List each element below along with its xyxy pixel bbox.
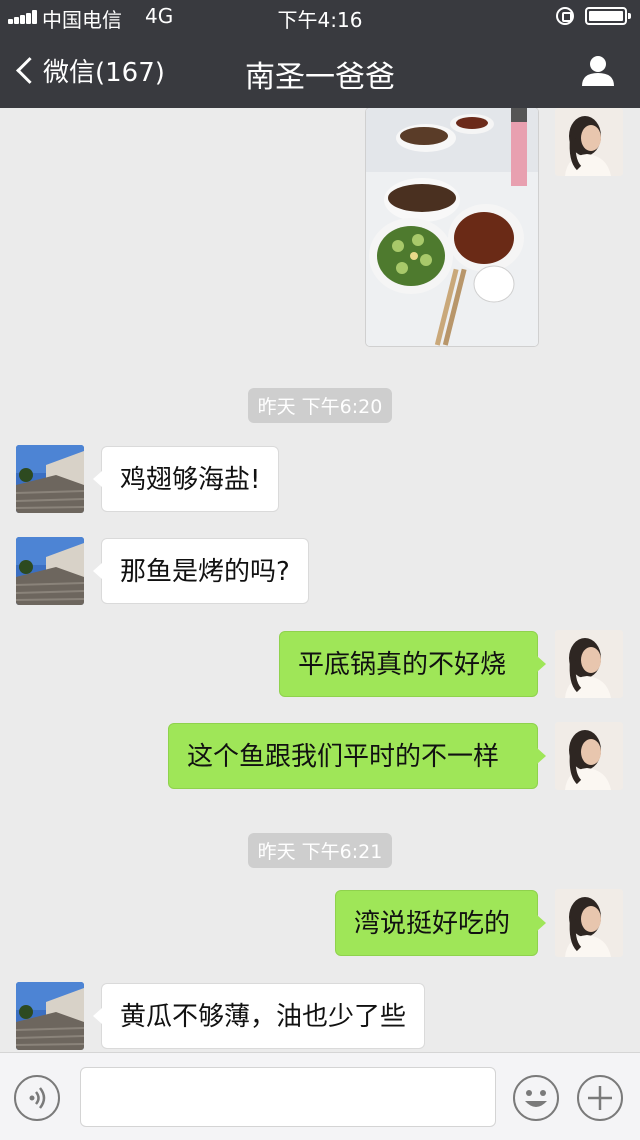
- woman-avatar-image: [555, 108, 623, 176]
- plus-icon: [588, 1086, 612, 1110]
- outgoing-message[interactable]: 这个鱼跟我们平时的不一样: [168, 723, 546, 789]
- outgoing-message[interactable]: 湾说挺好吃的: [335, 890, 546, 956]
- battery-icon: [585, 7, 631, 25]
- timestamp-label: 昨天 下午6:21: [247, 833, 393, 868]
- emoji-button[interactable]: [513, 1075, 559, 1121]
- message-input[interactable]: [80, 1067, 496, 1127]
- food-photo-message[interactable]: [366, 108, 538, 346]
- emoji-icon: [525, 1090, 547, 1107]
- stairs-avatar-image: [16, 982, 84, 1050]
- timestamp: 昨天 下午6:21: [0, 833, 640, 868]
- outgoing-message[interactable]: 平底锅真的不好烧: [279, 631, 546, 697]
- my-avatar[interactable]: [555, 722, 623, 790]
- my-avatar[interactable]: [555, 108, 623, 176]
- rotation-lock-icon: [556, 7, 574, 25]
- contact-profile-button[interactable]: [578, 54, 618, 88]
- incoming-message[interactable]: 那鱼是烤的吗?: [93, 538, 309, 604]
- timestamp-label: 昨天 下午6:20: [247, 388, 393, 423]
- person-icon: [582, 56, 614, 86]
- contact-avatar[interactable]: [16, 445, 84, 513]
- top-bar: 中国电信 4G 下午4:16 微信(167) 南圣一爸爸: [0, 0, 640, 108]
- status-time: 下午4:16: [277, 8, 363, 32]
- chat-title: 南圣一爸爸: [245, 60, 395, 95]
- woman-avatar-image: [555, 889, 623, 957]
- contact-avatar[interactable]: [16, 982, 84, 1050]
- my-avatar[interactable]: [555, 630, 623, 698]
- chat-area[interactable]: 昨天 下午6:20 鸡翅够海盐! 那鱼是烤的吗? 平底锅真的不好烧 这个鱼跟我们…: [0, 108, 640, 1052]
- incoming-message[interactable]: 黄瓜不够薄，油也少了些: [92, 983, 426, 1049]
- stairs-avatar-image: [16, 445, 84, 513]
- incoming-message[interactable]: 鸡翅够海盐!: [92, 446, 280, 512]
- input-bar: [0, 1052, 640, 1140]
- status-bar: 中国电信 4G 下午4:16: [0, 0, 640, 32]
- more-button[interactable]: [577, 1075, 623, 1121]
- woman-avatar-image: [555, 630, 623, 698]
- woman-avatar-image: [555, 722, 623, 790]
- voice-icon: [29, 1087, 46, 1109]
- stairs-avatar-image: [16, 537, 84, 605]
- contact-avatar[interactable]: [16, 537, 84, 605]
- timestamp: 昨天 下午6:20: [0, 388, 640, 423]
- my-avatar[interactable]: [555, 889, 623, 957]
- voice-button[interactable]: [14, 1075, 60, 1121]
